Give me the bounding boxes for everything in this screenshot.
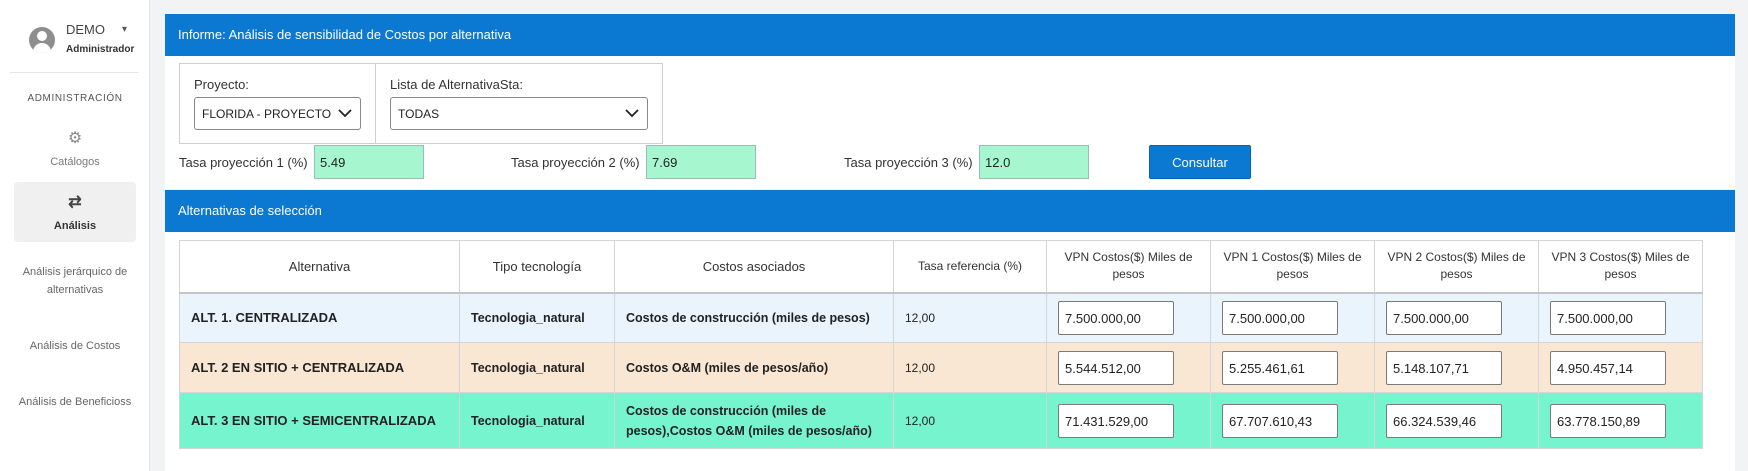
alternativas-table: Alternativa Tipo tecnología Costos asoci… [179,240,1703,449]
filter-box: Proyecto: FLORIDA - PROYECTO Lista de Al… [179,63,663,144]
sidebar-subitem-beneficios[interactable]: Análisis de Beneficioss [14,393,136,411]
column-header: VPN 1 Costos($) Miles de pesos [1210,240,1375,294]
tasa-cell: 12,00 [893,392,1047,449]
vpn3-cell: 63.778.150,89 [1538,392,1703,449]
vpn2-cell: 5.148.107,71 [1374,342,1539,393]
column-header: VPN 3 Costos($) Miles de pesos [1538,240,1703,294]
costos-cell: Costos de construcción (miles de pesos) [614,292,894,343]
vpn-input[interactable]: 7.500.000,00 [1058,300,1174,335]
tasa2-label: Tasa proyección 2 (%) [511,155,640,170]
exchange-arrows-icon: ⇄ [68,194,82,211]
vpn3-input[interactable]: 4.950.457,14 [1550,350,1666,385]
alternativas-title: Alternativas de selección [178,203,322,218]
proyecto-value: FLORIDA - PROYECTO [202,107,332,121]
lista-value: TODAS [398,107,440,121]
column-header: Tipo tecnología [459,240,615,294]
vpn2-input[interactable]: 66.324.539,46 [1386,403,1502,438]
sidebar-subitem-costos[interactable]: Análisis de Costos [14,337,136,355]
sidebar-item-catalogos[interactable]: ⚙ Catálogos [14,128,136,172]
vpn1-input[interactable]: 67.707.610,43 [1222,403,1338,438]
tipo-cell: Tecnologia_natural [459,292,615,343]
tasa3-input[interactable]: 12.0 [979,145,1089,179]
vpn2-cell: 7.500.000,00 [1374,292,1539,343]
alternativa-cell: ALT. 2 EN SITIO + CENTRALIZADA [179,342,460,393]
sidebar-item-label: Catálogos [50,156,100,168]
report-title: Informe: Análisis de sensibilidad de Cos… [178,27,512,42]
vpn-cell: 71.431.529,00 [1046,392,1211,449]
sidebar-item-label: Análisis [53,220,97,232]
alternativa-cell: ALT. 1. CENTRALIZADA [179,292,460,343]
user-role: Administrador [66,44,135,55]
sidebar-section-title: ADMINISTRACIÓN [27,93,123,104]
vpn1-cell: 67.707.610,43 [1210,392,1375,449]
proyecto-label: Proyecto: [194,77,249,92]
column-header: Alternativa [179,240,460,294]
vpn3-cell: 4.950.457,14 [1538,342,1703,393]
lista-label: Lista de AlternativaSta: [390,77,523,92]
vpn1-input[interactable]: 5.255.461,61 [1222,350,1338,385]
column-header: Costos asociados [614,240,894,294]
alternativa-cell: ALT. 3 EN SITIO + SEMICENTRALIZADA [179,392,460,449]
user-menu[interactable]: DEMO ▾ Administrador [26,20,141,60]
vpn1-cell: 5.255.461,61 [1210,342,1375,393]
proyecto-select[interactable]: FLORIDA - PROYECTO [194,97,361,130]
lista-select[interactable]: TODAS [390,97,648,130]
tasa2-input[interactable]: 7.69 [646,145,756,179]
sidebar: DEMO ▾ Administrador ADMINISTRACIÓN ⚙ Ca… [0,0,150,471]
vpn-cell: 5.544.512,00 [1046,342,1211,393]
table-row: ALT. 1. CENTRALIZADA Tecnologia_natural … [179,292,1703,343]
gears-icon: ⚙ [67,130,83,147]
table-row: ALT. 2 EN SITIO + CENTRALIZADA Tecnologi… [179,342,1703,393]
vpn3-cell: 7.500.000,00 [1538,292,1703,343]
chevron-down-icon [338,109,352,118]
vpn2-input[interactable]: 5.148.107,71 [1386,350,1502,385]
vpn-input[interactable]: 5.544.512,00 [1058,350,1174,385]
column-header: Tasa referencia (%) [893,240,1047,294]
user-name: DEMO [66,22,105,37]
vpn3-input[interactable]: 7.500.000,00 [1550,300,1666,335]
vpn3-input[interactable]: 63.778.150,89 [1550,403,1666,438]
vpn1-cell: 7.500.000,00 [1210,292,1375,343]
sidebar-subitem-jerarquico[interactable]: Análisis jerárquico de alternativas [14,263,136,299]
vpn-cell: 7.500.000,00 [1046,292,1211,343]
tasa-cell: 12,00 [893,292,1047,343]
chevron-down-icon [625,109,639,118]
tipo-cell: Tecnologia_natural [459,342,615,393]
column-header: VPN Costos($) Miles de pesos [1046,240,1211,294]
tasa1-input[interactable]: 5.49 [314,145,424,179]
caret-down-icon[interactable]: ▾ [122,24,127,35]
vpn1-input[interactable]: 7.500.000,00 [1222,300,1338,335]
tasa1-label: Tasa proyección 1 (%) [179,155,308,170]
divider [10,72,138,73]
sidebar-item-analisis[interactable]: ⇄ Análisis [14,182,136,242]
tasa-cell: 12,00 [893,342,1047,393]
report-header: Informe: Análisis de sensibilidad de Cos… [165,14,1735,56]
table-header-row: Alternativa Tipo tecnología Costos asoci… [179,240,1703,294]
vpn2-cell: 66.324.539,46 [1374,392,1539,449]
table-row: ALT. 3 EN SITIO + SEMICENTRALIZADA Tecno… [179,392,1703,449]
tipo-cell: Tecnologia_natural [459,392,615,449]
alternativas-header: Alternativas de selección [165,190,1735,232]
column-header: VPN 2 Costos($) Miles de pesos [1374,240,1539,294]
costos-cell: Costos O&M (miles de pesos/año) [614,342,894,393]
vpn-input[interactable]: 71.431.529,00 [1058,403,1174,438]
tasa3-label: Tasa proyección 3 (%) [844,155,973,170]
consultar-button[interactable]: Consultar [1149,145,1251,179]
avatar-icon [29,27,55,53]
vpn2-input[interactable]: 7.500.000,00 [1386,300,1502,335]
costos-cell: Costos de construcción (miles de pesos),… [614,392,894,449]
